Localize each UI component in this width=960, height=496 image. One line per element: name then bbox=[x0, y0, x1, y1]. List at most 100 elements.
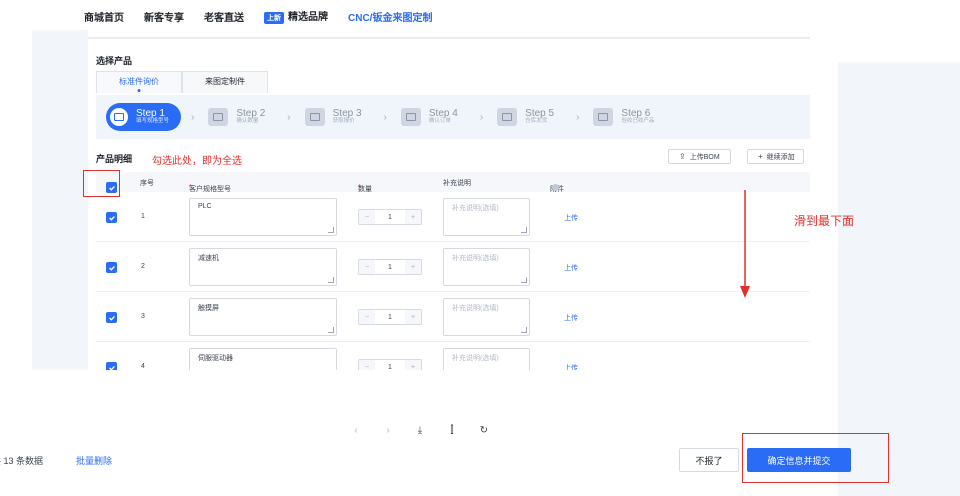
quantity-value[interactable]: 1 bbox=[375, 314, 405, 321]
step-sub: 仓库发货 bbox=[525, 118, 548, 125]
header-index: 序号 bbox=[140, 180, 154, 187]
section-title: 选择产品 bbox=[96, 56, 133, 66]
spec-input[interactable]: PLC bbox=[189, 198, 337, 236]
step-3: Step 3 获取报价 bbox=[301, 103, 374, 131]
note-input[interactable]: 补充说明(选填) bbox=[443, 248, 530, 286]
upload-link[interactable]: 上传 bbox=[564, 213, 578, 223]
table-row: 4 伺服驱动器 −1 + 补充说明(选填) 上传 bbox=[96, 342, 810, 370]
row-checkbox[interactable] bbox=[106, 312, 117, 323]
quantity-value[interactable]: 1 bbox=[375, 264, 405, 271]
quote-icon bbox=[304, 108, 325, 126]
minus-icon[interactable]: − bbox=[359, 210, 375, 224]
checkbox-checked bbox=[106, 312, 117, 323]
step-sub: 验收已收产品 bbox=[621, 118, 655, 125]
cancel-button[interactable]: 不报了 bbox=[679, 448, 739, 472]
step-sub: 确认订单 bbox=[428, 118, 451, 125]
annotation-box-confirm bbox=[742, 433, 889, 483]
quantity-stepper[interactable]: −1 + bbox=[358, 309, 422, 325]
upload-bom-button[interactable]: ⇪ 上传BOM bbox=[668, 149, 731, 164]
info-icon bbox=[552, 184, 559, 191]
top-nav: 商城首页 新客专享 老客直送 上新 精选品牌 CNC/钣金来图定制 bbox=[84, 8, 452, 24]
nav-new-customer[interactable]: 新客专享 bbox=[144, 9, 184, 24]
checkbox-checked bbox=[106, 212, 117, 223]
row-index: 1 bbox=[141, 213, 145, 220]
upload-bom-label: 上传BOM bbox=[689, 153, 720, 161]
chevron-right-icon: › bbox=[191, 111, 195, 123]
row-index: 4 bbox=[141, 363, 145, 370]
row-checkbox[interactable] bbox=[106, 262, 117, 273]
download-icon[interactable]: ⤓ bbox=[404, 425, 436, 436]
checkbox-checked bbox=[106, 362, 117, 370]
tab-standard-quote[interactable]: 标准件询价 bbox=[96, 71, 182, 93]
chevron-right-icon: › bbox=[576, 111, 580, 123]
row-checkbox[interactable] bbox=[106, 212, 117, 223]
fit-icon[interactable]: ⫿ bbox=[436, 425, 468, 436]
note-input[interactable]: 补充说明(选填) bbox=[443, 298, 530, 336]
step-sub: 确认数量 bbox=[236, 118, 259, 125]
chevron-right-icon: › bbox=[479, 111, 484, 123]
form-icon bbox=[110, 108, 128, 126]
table-row: 3 触摸屏 −1 + 补充说明(选填) 上传 bbox=[96, 292, 810, 342]
step-1: Step 1 填写规格型号 bbox=[106, 103, 182, 131]
quantity-value[interactable]: 1 bbox=[375, 214, 405, 221]
step-5: Step 5 仓库发货 bbox=[493, 103, 566, 131]
upload-icon: ⇪ bbox=[679, 152, 686, 161]
annotation-box-checkbox bbox=[83, 170, 120, 197]
row-index: 3 bbox=[141, 313, 145, 320]
step-sub: 填写规格型号 bbox=[136, 118, 170, 125]
quantity-stepper[interactable]: −1 + bbox=[358, 209, 422, 225]
add-more-button[interactable]: + 继续添加 bbox=[747, 149, 804, 164]
nav-home[interactable]: 商城首页 bbox=[84, 9, 124, 24]
header-note: 补充说明 bbox=[443, 180, 471, 187]
background-panel-left bbox=[32, 30, 88, 370]
step-4: Step 4 确认订单 bbox=[397, 103, 470, 131]
checkbox-checked bbox=[106, 262, 117, 273]
step-2: Step 2 确认数量 bbox=[204, 103, 277, 131]
step-6: Step 6 验收已收产品 bbox=[589, 103, 666, 131]
chevron-right-icon: › bbox=[287, 111, 291, 123]
tab-bar: 标准件询价 来图定制件 bbox=[96, 71, 268, 93]
truck-icon bbox=[497, 108, 518, 126]
row-index: 2 bbox=[141, 263, 145, 270]
table-row: 2 减速机 −1 + 补充说明(选填) 上传 bbox=[96, 242, 810, 292]
minus-icon[interactable]: − bbox=[359, 310, 375, 324]
nav-featured-label: 精选品牌 bbox=[288, 12, 328, 24]
plus-icon[interactable]: + bbox=[405, 210, 421, 224]
batch-delete-link[interactable]: 批量删除 bbox=[76, 454, 112, 467]
nav-direct-delivery[interactable]: 老客直送 bbox=[204, 9, 244, 24]
steps-bar: Step 1 填写规格型号 › Step 2 确认数量 › Step 3 获取报价 ›… bbox=[96, 95, 810, 139]
rotate-icon[interactable]: ↻ bbox=[468, 425, 500, 436]
nav-featured-brands[interactable]: 上新 精选品牌 bbox=[264, 8, 328, 24]
note-input[interactable]: 补充说明(选填) bbox=[443, 198, 530, 236]
spec-input[interactable]: 触摸屏 bbox=[189, 298, 337, 336]
box-icon bbox=[593, 108, 614, 126]
row-checkbox[interactable] bbox=[106, 362, 117, 370]
plus-icon[interactable]: + bbox=[405, 310, 421, 324]
upload-link[interactable]: 上传 bbox=[564, 313, 578, 323]
previous-icon[interactable]: ‹ bbox=[340, 425, 372, 436]
quantity-stepper[interactable]: −1 + bbox=[358, 359, 422, 370]
spec-input[interactable]: 减速机 bbox=[189, 248, 337, 286]
minus-icon[interactable]: − bbox=[359, 360, 375, 370]
data-count: 共 13 条数据 bbox=[0, 456, 44, 466]
quantity-value[interactable]: 1 bbox=[375, 364, 405, 371]
plus-icon[interactable]: + bbox=[405, 260, 421, 274]
plus-icon: + bbox=[758, 152, 763, 161]
spec-input[interactable]: 伺服驱动器 bbox=[189, 348, 337, 370]
background-panel-right bbox=[838, 62, 960, 496]
upload-link[interactable]: 上传 bbox=[564, 263, 578, 273]
tab-custom-parts[interactable]: 来图定制件 bbox=[182, 71, 268, 93]
product-form: 选择产品 标准件询价 来图定制件 Step 1 填写规格型号 › Step 2 确认… bbox=[88, 30, 810, 370]
new-tag: 上新 bbox=[264, 11, 284, 24]
next-icon[interactable]: › bbox=[372, 425, 404, 436]
list-icon bbox=[208, 108, 229, 126]
note-input[interactable]: 补充说明(选填) bbox=[443, 348, 530, 370]
minus-icon[interactable]: − bbox=[359, 260, 375, 274]
divider bbox=[88, 37, 810, 39]
add-more-label: 继续添加 bbox=[766, 153, 795, 161]
nav-cnc-custom[interactable]: CNC/钣金来图定制 bbox=[348, 9, 432, 24]
quantity-stepper[interactable]: −1 + bbox=[358, 259, 422, 275]
upload-link[interactable]: 上传 bbox=[564, 363, 578, 370]
plus-icon[interactable]: + bbox=[405, 360, 421, 370]
step-sub: 获取报价 bbox=[332, 118, 355, 125]
